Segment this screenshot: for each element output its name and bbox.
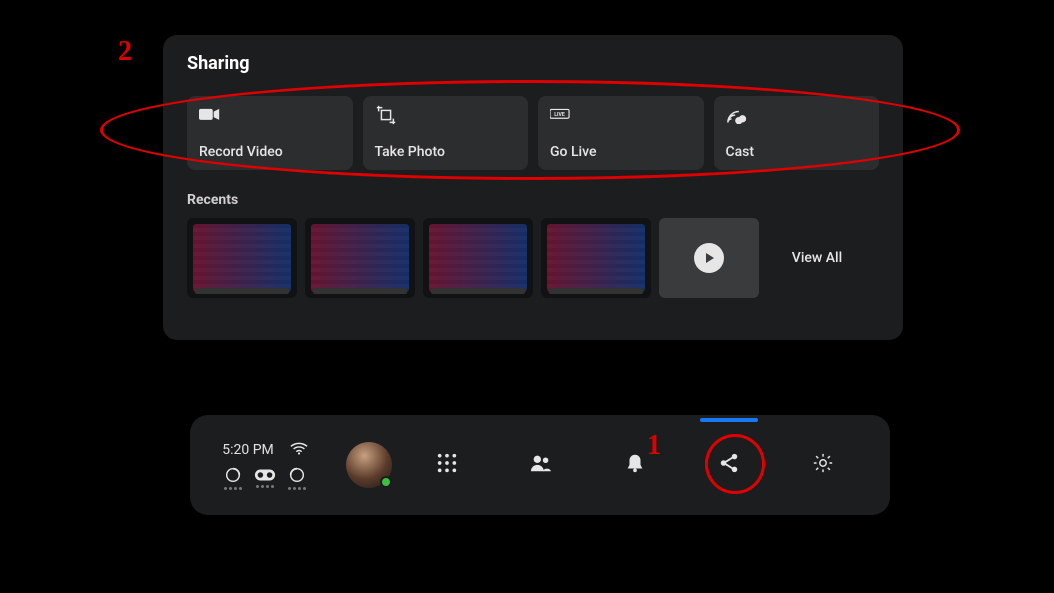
sys-button-2[interactable] bbox=[254, 468, 276, 488]
view-all-label: View All bbox=[792, 250, 842, 266]
play-icon bbox=[694, 243, 724, 273]
nav-apps[interactable] bbox=[425, 443, 469, 487]
annotation-number-2: 2 bbox=[118, 36, 132, 68]
wifi-icon bbox=[290, 441, 308, 460]
nav-people[interactable] bbox=[519, 443, 563, 487]
sys-button-3[interactable] bbox=[288, 466, 306, 490]
presence-indicator bbox=[380, 476, 392, 488]
cast-tile[interactable]: Cast bbox=[714, 96, 880, 170]
sharing-action-tiles: Record Video Take Photo LIVE Go Live Cas… bbox=[187, 96, 879, 170]
go-live-tile[interactable]: LIVE Go Live bbox=[538, 96, 704, 170]
recent-thumbnail[interactable] bbox=[541, 218, 651, 298]
gear-icon bbox=[812, 452, 834, 478]
people-icon bbox=[530, 452, 552, 478]
recent-thumbnail[interactable] bbox=[187, 218, 297, 298]
sharing-panel: Sharing Record Video Take Photo LIVE Go … bbox=[163, 35, 903, 340]
sharing-panel-title: Sharing bbox=[187, 53, 879, 74]
clock: 5:20 PM bbox=[222, 442, 274, 458]
system-dock: 5:20 PM bbox=[190, 415, 890, 515]
recents-heading: Recents bbox=[187, 192, 879, 208]
avatar[interactable] bbox=[346, 442, 392, 488]
system-tray bbox=[224, 466, 306, 490]
view-all-tile[interactable]: View All bbox=[767, 218, 867, 298]
bell-icon bbox=[624, 452, 646, 478]
record-video-label: Record Video bbox=[199, 144, 341, 160]
go-live-label: Go Live bbox=[550, 144, 692, 160]
play-more-tile[interactable] bbox=[659, 218, 759, 298]
record-video-tile[interactable]: Record Video bbox=[187, 96, 353, 170]
recent-thumbnail[interactable] bbox=[305, 218, 415, 298]
dock-status-area: 5:20 PM bbox=[190, 415, 340, 515]
recents-row: View All bbox=[187, 218, 879, 298]
recent-thumbnail[interactable] bbox=[423, 218, 533, 298]
take-photo-label: Take Photo bbox=[375, 144, 517, 160]
cast-label: Cast bbox=[726, 144, 868, 160]
nav-notifications[interactable] bbox=[613, 443, 657, 487]
active-indicator bbox=[700, 418, 758, 422]
take-photo-tile[interactable]: Take Photo bbox=[363, 96, 529, 170]
camera-crop-icon bbox=[375, 106, 397, 124]
cast-icon bbox=[726, 106, 748, 124]
share-icon bbox=[718, 452, 740, 478]
dock-nav bbox=[400, 443, 890, 487]
sys-button-1[interactable] bbox=[224, 466, 242, 490]
apps-grid-icon bbox=[436, 452, 458, 478]
record-video-icon bbox=[199, 106, 221, 124]
nav-share[interactable] bbox=[707, 443, 751, 487]
svg-text:LIVE: LIVE bbox=[554, 112, 565, 118]
nav-settings[interactable] bbox=[801, 443, 845, 487]
live-badge-icon: LIVE bbox=[550, 106, 572, 124]
